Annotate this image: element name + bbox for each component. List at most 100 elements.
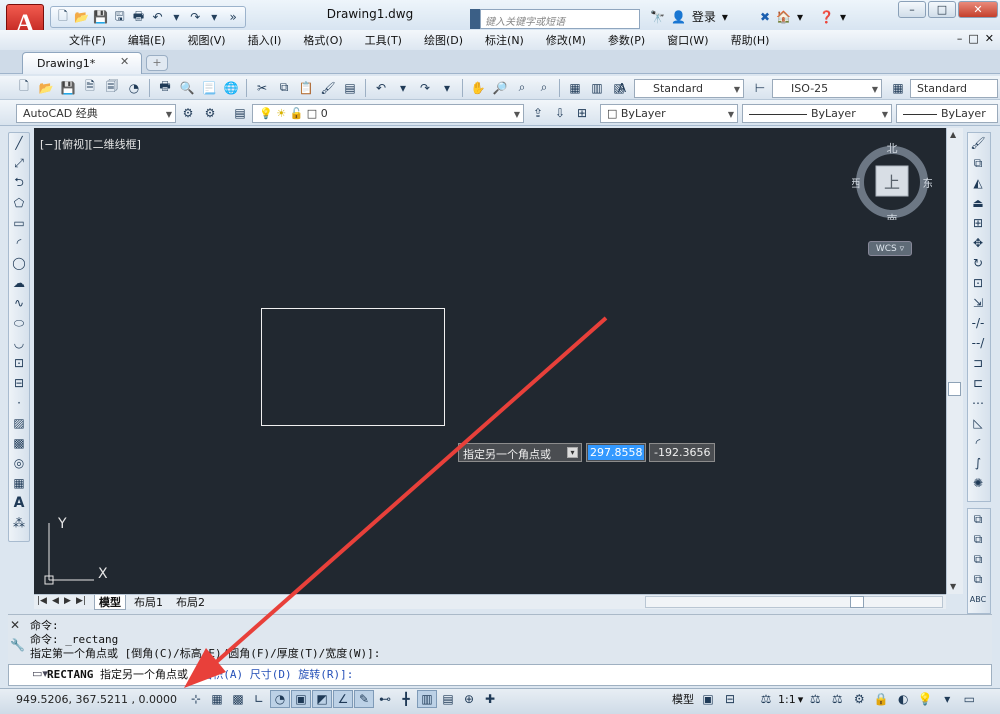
quick-view-drawings-icon[interactable]: ⊟ <box>720 690 740 708</box>
erase-icon[interactable]: 🖌 <box>968 133 988 153</box>
layer-state-icon[interactable]: ⊞ <box>572 104 592 122</box>
allow-ucs-icon[interactable]: ✎ <box>354 690 374 708</box>
menu-parametric[interactable]: 参数(P) <box>597 32 656 48</box>
plot-icon[interactable]: 🗎 <box>80 79 100 97</box>
table-style-icon[interactable]: ▦ <box>888 79 908 97</box>
menu-file[interactable]: 文件(F) <box>58 32 117 48</box>
3d-object-snap-icon[interactable]: ◩ <box>312 690 332 708</box>
insert-block-icon[interactable]: ⊡ <box>9 353 29 373</box>
object-snap-icon[interactable]: ▣ <box>291 690 311 708</box>
zoom-previous-icon[interactable]: ⌕ <box>534 79 554 97</box>
ellipse-arc-icon[interactable]: ◡ <box>9 333 29 353</box>
wcs-menu-button[interactable]: WCS ▿ <box>868 241 912 256</box>
minimize-button[interactable]: – <box>898 1 926 18</box>
fillet-icon[interactable]: ◜ <box>968 433 988 453</box>
circle-icon[interactable]: ◯ <box>9 253 29 273</box>
viewcube[interactable]: 上 北 南 东 西 <box>852 140 932 220</box>
command-line-input[interactable]: RECTANG 指定另一个角点或 [面积(A) 尺寸(D) 旋转(R)]: <box>8 664 992 686</box>
selection-cycling-icon[interactable]: ⊕ <box>459 690 479 708</box>
horizontal-scrollbar-thumb[interactable] <box>850 596 864 608</box>
design-center-icon[interactable]: ▥ <box>587 79 607 97</box>
zoom-realtime-icon[interactable]: 🔎 <box>490 79 510 97</box>
tab-model[interactable]: 模型 <box>94 595 126 610</box>
scale-icon[interactable]: ⊡ <box>968 273 988 293</box>
restore-button[interactable]: □ <box>928 1 956 18</box>
new-file-icon[interactable]: 🗋 <box>14 79 34 97</box>
layer-manager-icon[interactable]: ▤ <box>230 104 250 122</box>
spline-icon[interactable]: ∿ <box>9 293 29 313</box>
new-file-icon[interactable]: 🗋 <box>55 9 71 25</box>
block-editor-icon[interactable]: ▤ <box>340 79 360 97</box>
compass-south[interactable]: 南 <box>887 213 898 220</box>
make-block-icon[interactable]: ⊟ <box>9 373 29 393</box>
dim-style-icon[interactable]: ⊢ <box>750 79 770 97</box>
undo-icon[interactable]: ↶ <box>150 9 166 25</box>
new-tab-button[interactable]: + <box>146 55 168 71</box>
paste-icon[interactable]: 📋 <box>296 79 316 97</box>
text-style-select[interactable]: Standard ▼ <box>634 79 744 98</box>
scroll-up-arrow-icon[interactable]: ▲ <box>950 130 956 139</box>
color-select[interactable]: □ ByLayer ▼ <box>600 104 738 123</box>
extend-icon[interactable]: --/ <box>968 333 988 353</box>
doc-restore-button[interactable]: □ <box>968 32 978 45</box>
viewport-controls-label[interactable]: [−][俯视][二维线框] <box>40 136 141 152</box>
rotate-icon[interactable]: ↻ <box>968 253 988 273</box>
quick-view-layouts-icon[interactable]: ▣ <box>698 690 718 708</box>
vertical-scrollbar-thumb[interactable] <box>948 382 961 396</box>
menu-window[interactable]: 窗口(W) <box>656 32 719 48</box>
save-icon[interactable]: 💾 <box>58 79 78 97</box>
dynamic-input-options-icon[interactable]: ▾ <box>567 447 578 458</box>
snap-mode-icon[interactable]: ▦ <box>207 690 227 708</box>
dropdown-arrow-icon[interactable]: ▾ <box>798 693 804 706</box>
dropdown-arrow-icon[interactable]: ▾ <box>206 9 222 25</box>
linetype-select[interactable]: ByLayer ▼ <box>742 104 892 123</box>
scroll-down-arrow-icon[interactable]: ▼ <box>950 582 956 591</box>
model-space-label[interactable]: 模型 <box>672 691 694 707</box>
workspace-select[interactable]: AutoCAD 经典 ▼ <box>16 104 176 123</box>
apps-icon[interactable]: 🏠 <box>776 10 791 24</box>
close-icon[interactable]: ✕ <box>10 618 26 632</box>
pan-icon[interactable]: ✋ <box>468 79 488 97</box>
polyline-icon[interactable]: ⮌ <box>9 173 29 193</box>
wrench-icon[interactable]: 🔧 <box>10 638 26 652</box>
lineweight-select[interactable]: ByLayer <box>896 104 998 123</box>
next-layout-arrow-icon[interactable]: ▶ <box>64 596 71 606</box>
transparency-icon[interactable]: ▥ <box>417 690 437 708</box>
dynamic-input-icon[interactable]: ⊷ <box>375 690 395 708</box>
grid-display-icon[interactable]: ▩ <box>228 690 248 708</box>
login-link[interactable]: 登录 <box>692 8 716 25</box>
first-layout-arrow-icon[interactable]: |◀ <box>37 596 47 606</box>
construction-line-icon[interactable]: ⤢ <box>9 153 29 173</box>
globe-icon[interactable]: 🌐 <box>221 79 241 97</box>
annotation-visibility-icon[interactable]: ⚖ <box>805 690 825 708</box>
help-icon[interactable]: ❓ <box>819 10 834 24</box>
menu-insert[interactable]: 插入(I) <box>237 32 293 48</box>
user-icon[interactable]: 👤 <box>671 10 686 24</box>
revision-cloud-icon[interactable]: ☁ <box>9 273 29 293</box>
break-icon[interactable]: ⊏ <box>968 373 988 393</box>
properties-icon[interactable]: ▦ <box>565 79 585 97</box>
menu-modify[interactable]: 修改(M) <box>535 32 597 48</box>
chamfer-icon[interactable]: ◺ <box>968 413 988 433</box>
menu-dimension[interactable]: 标注(N) <box>474 32 535 48</box>
horizontal-scrollbar[interactable] <box>645 596 943 608</box>
ortho-mode-icon[interactable]: ∟ <box>249 690 269 708</box>
copy-object-icon[interactable]: ⧉ <box>968 153 988 173</box>
workspace-switching-icon[interactable]: ⚙ <box>849 690 869 708</box>
close-button[interactable]: ✕ <box>958 1 998 18</box>
open-folder-icon[interactable]: 📂 <box>74 9 90 25</box>
break-at-point-icon[interactable]: ⊐ <box>968 353 988 373</box>
polar-tracking-icon[interactable]: ◔ <box>270 690 290 708</box>
workspace-settings-icon[interactable]: ⚙ <box>178 104 198 122</box>
rectangle-icon[interactable]: ▭ <box>9 213 29 233</box>
save-icon[interactable]: 💾 <box>93 9 109 25</box>
menu-view[interactable]: 视图(V) <box>176 32 236 48</box>
tab-layout2[interactable]: 布局2 <box>172 595 209 610</box>
gradient-icon[interactable]: ▩ <box>9 433 29 453</box>
redo-icon[interactable]: ↷ <box>187 9 203 25</box>
dropdown-arrow-icon[interactable]: ▾ <box>722 10 728 24</box>
publish-icon[interactable]: 🗐 <box>102 79 122 97</box>
table-icon[interactable]: ▦ <box>9 473 29 493</box>
coordinate-readout[interactable]: 949.5206, 367.5211 , 0.0000 <box>16 693 177 706</box>
multiline-text-icon[interactable]: A <box>9 493 29 513</box>
